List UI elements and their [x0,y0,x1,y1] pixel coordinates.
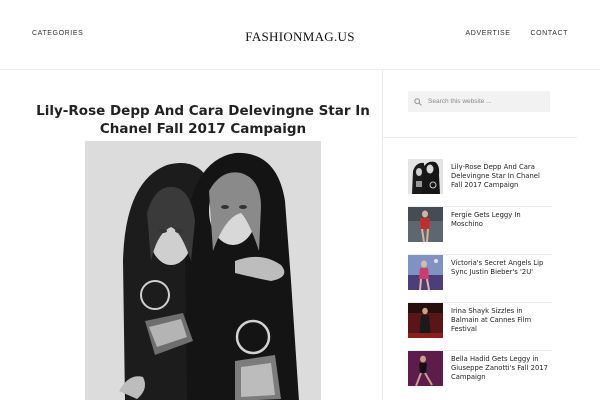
post-title[interactable]: Lily-Rose Depp And Cara Delevingne Star … [451,163,551,191]
post-item[interactable]: Fergie Gets Leggy In Moschino [408,207,552,255]
site-header: CATEGORIES FASHIONMAG.US ADVERTISE CONTA… [0,0,600,70]
nav-advertise[interactable]: ADVERTISE [466,30,511,37]
post-title[interactable]: Fergie Gets Leggy In Moschino [451,211,551,229]
post-item[interactable]: Irina Shayk Sizzles in Balmain at Cannes… [408,303,552,351]
nav-right: ADVERTISE CONTACT [466,30,568,37]
post-title[interactable]: Bella Hadid Gets Leggy in Giuseppe Zanot… [451,355,551,383]
search-box[interactable] [408,91,550,112]
post-thumbnail[interactable] [408,351,443,386]
recent-posts-list: Lily-Rose Depp And Cara Delevingne Star … [408,159,552,399]
post-thumbnail[interactable] [408,207,443,242]
search-input[interactable] [428,98,548,105]
post-thumbnail[interactable] [408,159,443,194]
post-thumbnail[interactable] [408,255,443,290]
post-title[interactable]: Irina Shayk Sizzles in Balmain at Cannes… [451,307,551,335]
search-icon [414,97,422,106]
article-image[interactable] [85,141,321,400]
post-title[interactable]: Victoria's Secret Angels Lip Sync Justin… [451,259,551,277]
article-title[interactable]: Lily-Rose Depp And Cara Delevingne Star … [24,102,382,138]
sidebar-rule [383,137,577,138]
main-content: Lily-Rose Depp And Cara Delevingne Star … [24,70,382,400]
post-item[interactable]: Lily-Rose Depp And Cara Delevingne Star … [408,159,552,207]
post-thumbnail[interactable] [408,303,443,338]
nav-contact[interactable]: CONTACT [530,30,568,37]
post-item[interactable]: Victoria's Secret Angels Lip Sync Justin… [408,255,552,303]
sidebar: Lily-Rose Depp And Cara Delevingne Star … [383,70,600,400]
post-item[interactable]: Bella Hadid Gets Leggy in Giuseppe Zanot… [408,351,552,399]
